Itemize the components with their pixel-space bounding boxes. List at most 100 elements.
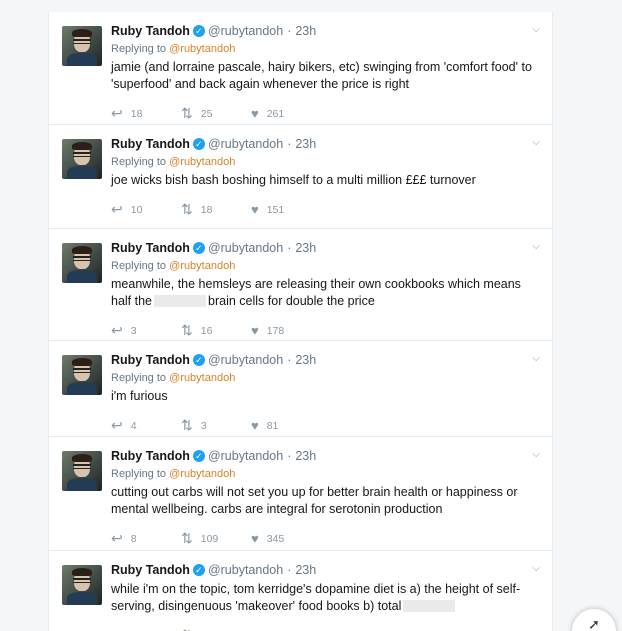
author-name[interactable]: Ruby Tandoh	[111, 448, 190, 464]
retweet-button[interactable]: ⇅ 25	[181, 105, 251, 122]
like-button[interactable]: ♥ 81	[251, 418, 321, 433]
reply-button[interactable]: ↩ 18	[111, 105, 181, 122]
chevron-down-icon[interactable]: ⌵	[532, 563, 540, 574]
author-handle[interactable]: @rubytandoh	[208, 23, 283, 39]
tweet[interactable]: ⌵ Ruby Tandoh ✓ @rubytandoh · 23h while …	[49, 551, 552, 631]
replying-to-label: Replying to	[111, 468, 167, 480]
author-handle[interactable]: @rubytandoh	[208, 562, 283, 578]
verified-badge-icon: ✓	[192, 564, 205, 576]
heart-icon: ♥	[251, 531, 259, 546]
author-handle[interactable]: @rubytandoh	[208, 352, 283, 368]
author-handle[interactable]: @rubytandoh	[208, 136, 283, 152]
like-button[interactable]: ♥ 345	[251, 531, 321, 546]
reply-button[interactable]: ↩ 8	[111, 530, 181, 547]
replying-to-handle[interactable]: @rubytandoh	[169, 156, 235, 168]
replying-to-handle[interactable]: @rubytandoh	[169, 260, 235, 272]
like-count: 81	[266, 419, 279, 432]
replying-to: Replying to @rubytandoh	[111, 258, 540, 274]
avatar[interactable]	[62, 243, 102, 283]
heart-icon: ♥	[251, 106, 259, 121]
tweet[interactable]: ⌵ Ruby Tandoh ✓ @rubytandoh · 23h Replyi…	[49, 125, 552, 229]
retweet-icon: ⇅	[181, 530, 193, 546]
separator-dot: ·	[287, 449, 292, 463]
tweet-timestamp[interactable]: 23h	[295, 448, 316, 464]
like-count: 261	[266, 107, 285, 120]
retweet-button[interactable]: ⇅37	[181, 627, 251, 631]
tweet-timestamp[interactable]: 23h	[295, 352, 316, 368]
replying-to: Replying to @rubytandoh	[111, 370, 540, 386]
avatar[interactable]	[62, 355, 102, 395]
author-handle[interactable]: @rubytandoh	[208, 240, 283, 256]
tweet-timestamp[interactable]: 23h	[295, 23, 316, 39]
tweet-timestamp[interactable]: 23h	[295, 240, 316, 256]
author-handle[interactable]: @rubytandoh	[208, 448, 283, 464]
tweet[interactable]: ⌵ Ruby Tandoh ✓ @rubytandoh · 23h Replyi…	[49, 229, 552, 341]
reply-count: 4	[130, 419, 137, 432]
like-button[interactable]: ♥ 178	[251, 323, 321, 338]
like-button[interactable]: ♥ 151	[251, 202, 321, 217]
reply-icon: ↩	[111, 627, 123, 631]
reply-icon: ↩	[111, 530, 123, 546]
reply-button[interactable]: ↩19	[111, 627, 181, 631]
retweet-icon: ⇅	[181, 627, 193, 631]
tweet-actions: ↩19 ⇅37 ♥309	[111, 627, 540, 631]
reply-button[interactable]: ↩ 3	[111, 322, 181, 339]
tweet-actions: ↩ 4 ⇅ 3 ♥ 81	[111, 417, 540, 434]
replying-to-handle[interactable]: @rubytandoh	[169, 372, 235, 384]
tweet-text: meanwhile, the hemsleys are releasing th…	[111, 276, 540, 310]
tweet-timestamp[interactable]: 23h	[295, 136, 316, 152]
tweet[interactable]: ⌵ Ruby Tandoh ✓ @rubytandoh · 23h Replyi…	[49, 341, 552, 437]
avatar[interactable]	[62, 139, 102, 179]
author-name[interactable]: Ruby Tandoh	[111, 240, 190, 256]
tweet-text-part: jamie (and lorraine pascale, hairy biker…	[111, 60, 532, 91]
retweet-count: 18	[200, 203, 213, 216]
chevron-down-icon[interactable]: ⌵	[532, 449, 540, 460]
retweet-button[interactable]: ⇅ 109	[181, 530, 251, 547]
redacted-word	[403, 600, 456, 612]
reply-icon: ↩	[111, 322, 123, 338]
reply-icon: ↩	[111, 417, 123, 433]
tweet-text-part: joe wicks bish bash boshing himself to a…	[111, 173, 476, 187]
retweet-count: 3	[200, 419, 207, 432]
reply-count: 18	[130, 107, 143, 120]
tweet-actions: ↩ 18 ⇅ 25 ♥ 261	[111, 105, 540, 122]
retweet-count: 109	[200, 532, 219, 545]
avatar[interactable]	[62, 26, 102, 66]
author-name[interactable]: Ruby Tandoh	[111, 136, 190, 152]
tweet-timestamp[interactable]: 23h	[295, 562, 316, 578]
chevron-down-icon[interactable]: ⌵	[532, 241, 540, 252]
reply-button[interactable]: ↩ 10	[111, 201, 181, 218]
tweet-text: i'm furious	[111, 388, 540, 405]
replying-to: Replying to @rubytandoh	[111, 154, 540, 170]
author-name[interactable]: Ruby Tandoh	[111, 562, 190, 578]
tweet-header: Ruby Tandoh ✓ @rubytandoh · 23h	[111, 239, 540, 257]
retweet-button[interactable]: ⇅ 18	[181, 201, 251, 218]
retweet-count: 16	[200, 324, 213, 337]
heart-icon: ♥	[251, 418, 259, 433]
chevron-down-icon[interactable]: ⌵	[532, 353, 540, 364]
retweet-icon: ⇅	[181, 322, 193, 338]
tweet-text: while i'm on the topic, tom kerridge's d…	[111, 581, 540, 615]
tweet[interactable]: ⌵ Ruby Tandoh ✓ @rubytandoh · 23h Replyi…	[49, 437, 552, 551]
avatar[interactable]	[62, 451, 102, 491]
like-button[interactable]: ♥ 261	[251, 106, 321, 121]
retweet-button[interactable]: ⇅ 3	[181, 417, 251, 434]
author-name[interactable]: Ruby Tandoh	[111, 23, 190, 39]
chevron-down-icon[interactable]: ⌵	[532, 24, 540, 35]
replying-to-label: Replying to	[111, 260, 167, 272]
separator-dot: ·	[287, 137, 292, 151]
reply-button[interactable]: ↩ 4	[111, 417, 181, 434]
replying-to-handle[interactable]: @rubytandoh	[169, 43, 235, 55]
heart-icon: ♥	[251, 202, 259, 217]
replying-to-handle[interactable]: @rubytandoh	[169, 468, 235, 480]
tweet[interactable]: ⌵ Ruby Tandoh ✓ @rubytandoh · 23h Replyi…	[49, 12, 552, 125]
reply-count: 8	[130, 532, 137, 545]
reply-count: 3	[130, 324, 137, 337]
replying-to: Replying to @rubytandoh	[111, 466, 540, 482]
tweet-actions: ↩ 8 ⇅ 109 ♥ 345	[111, 530, 540, 547]
author-name[interactable]: Ruby Tandoh	[111, 352, 190, 368]
heart-icon: ♥	[251, 323, 259, 338]
avatar[interactable]	[62, 565, 102, 605]
chevron-down-icon[interactable]: ⌵	[532, 137, 540, 148]
retweet-button[interactable]: ⇅ 16	[181, 322, 251, 339]
